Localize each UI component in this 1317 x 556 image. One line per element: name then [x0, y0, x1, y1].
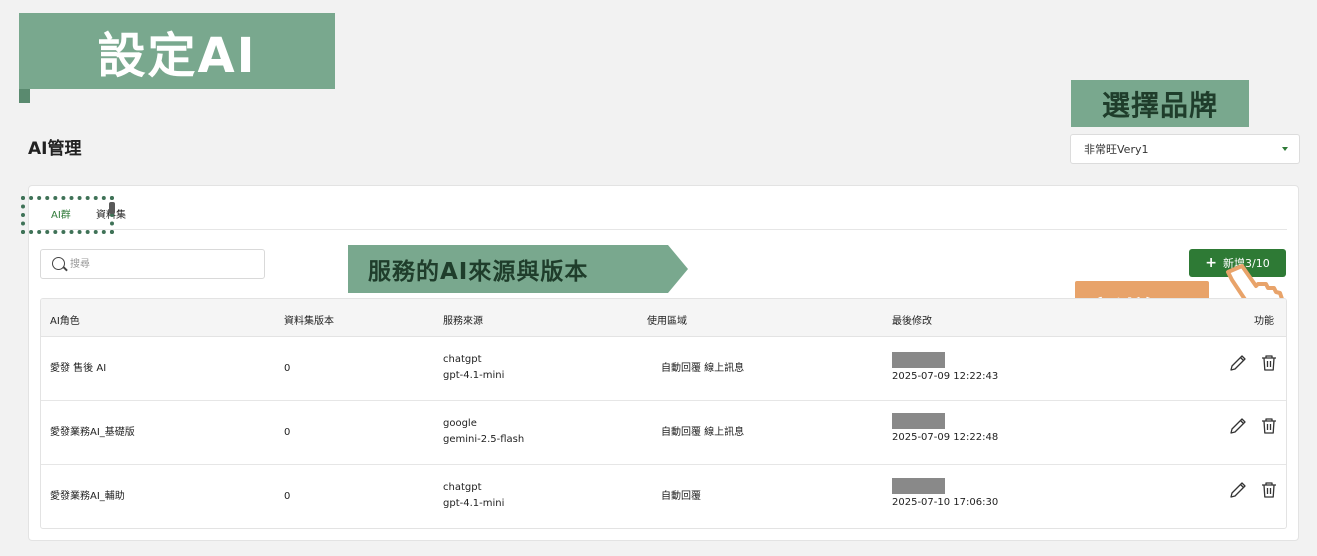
cell-last-modified: 2025-07-09 12:22:43 — [892, 352, 998, 385]
text-cursor-icon — [109, 202, 115, 214]
search-box[interactable] — [40, 249, 265, 279]
section-heading: AI管理 — [28, 139, 82, 159]
service-model: gpt-4.1-mini — [443, 498, 505, 509]
search-input[interactable] — [70, 255, 260, 273]
cell-ai-role: 愛發業務AI_基礎版 — [50, 427, 135, 438]
cell-usage-region: 自動回覆 線上訊息 — [661, 363, 745, 374]
chevron-down-icon — [1282, 147, 1288, 151]
ai-table: AI角色 資料集版本 服務來源 使用區域 最後修改 功能 愛發 售後 AI 0 … — [40, 298, 1287, 529]
page-title: 設定AI — [97, 28, 257, 84]
modified-timestamp: 2025-07-10 17:06:30 — [892, 497, 999, 508]
redacted-editor — [892, 413, 945, 429]
modified-timestamp: 2025-07-09 12:22:43 — [892, 371, 999, 382]
modified-timestamp: 2025-07-09 12:22:48 — [892, 432, 999, 443]
service-provider: chatgpt — [443, 354, 482, 365]
brand-select-label: 選擇品牌 — [1071, 80, 1249, 127]
table-header: AI角色 資料集版本 服務來源 使用區域 最後修改 功能 — [41, 299, 1286, 337]
cell-ai-role: 愛發業務AI_輔助 — [50, 491, 125, 502]
table-row: 愛發 售後 AI 0 chatgpt gpt-4.1-mini 自動回覆 線上訊… — [41, 337, 1286, 401]
header-service-source: 服務來源 — [443, 316, 483, 327]
cell-last-modified: 2025-07-09 12:22:48 — [892, 413, 998, 446]
cell-dataset-version: 0 — [284, 491, 291, 502]
service-provider: google — [443, 418, 477, 429]
edit-pencil-icon[interactable] — [1228, 353, 1248, 373]
header-actions: 功能 — [1254, 316, 1274, 327]
edit-pencil-icon[interactable] — [1228, 480, 1248, 500]
redacted-editor — [892, 478, 945, 494]
edit-pencil-icon[interactable] — [1228, 416, 1248, 436]
header-usage-region: 使用區域 — [647, 316, 687, 327]
service-model: gemini-2.5-flash — [443, 434, 525, 445]
service-model: gpt-4.1-mini — [443, 370, 505, 381]
cell-ai-role: 愛發 售後 AI — [50, 363, 107, 374]
cell-dataset-version: 0 — [284, 363, 291, 374]
header-dataset-version: 資料集版本 — [284, 316, 334, 327]
search-icon — [52, 257, 65, 270]
trash-icon[interactable] — [1259, 416, 1279, 436]
cell-dataset-version: 0 — [284, 427, 291, 438]
brand-select-value: 非常旺Very1 — [1084, 143, 1149, 156]
table-row: 愛發業務AI_輔助 0 chatgpt gpt-4.1-mini 自動回覆 20… — [41, 465, 1286, 528]
tabs-divider — [40, 229, 1287, 230]
brand-select[interactable]: 非常旺Very1 — [1070, 134, 1300, 164]
redacted-editor — [892, 352, 945, 368]
cell-usage-region: 自動回覆 — [661, 491, 701, 502]
table-row: 愛發業務AI_基礎版 0 google gemini-2.5-flash 自動回… — [41, 401, 1286, 465]
cell-service-source: chatgpt gpt-4.1-mini — [443, 480, 504, 512]
service-source-annotation: 服務的AI來源與版本 — [348, 245, 688, 293]
trash-icon[interactable] — [1259, 480, 1279, 500]
cell-last-modified: 2025-07-10 17:06:30 — [892, 478, 998, 511]
trash-icon[interactable] — [1259, 353, 1279, 373]
cell-usage-region: 自動回覆 線上訊息 — [661, 427, 745, 438]
cell-service-source: chatgpt gpt-4.1-mini — [443, 352, 504, 384]
title-banner-tail — [19, 89, 30, 103]
header-ai-role: AI角色 — [50, 316, 80, 327]
service-provider: chatgpt — [443, 482, 482, 493]
plus-icon: + — [1205, 255, 1218, 271]
header-last-modified: 最後修改 — [892, 316, 932, 327]
cell-service-source: google gemini-2.5-flash — [443, 416, 524, 448]
